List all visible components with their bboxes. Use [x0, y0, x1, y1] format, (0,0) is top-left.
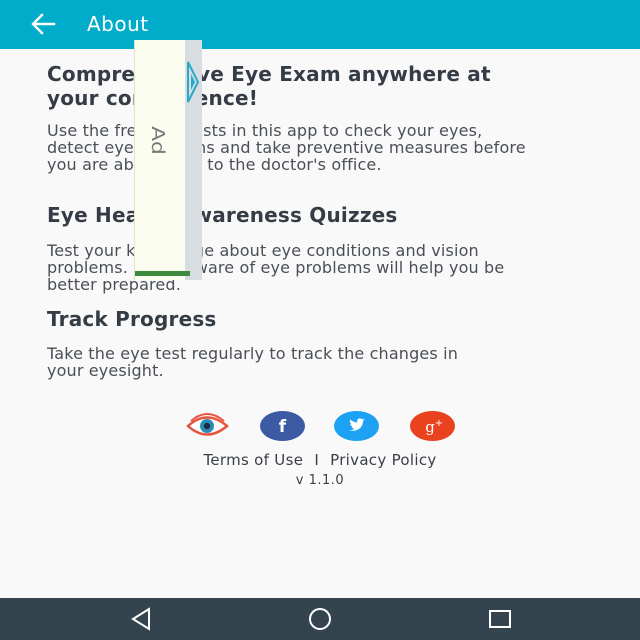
eye-logo-icon	[186, 413, 229, 436]
app-bar-title: About	[87, 12, 149, 36]
nav-back-icon	[131, 607, 150, 631]
section-text-quizzes: Test your knowledge about eye conditions…	[47, 241, 505, 294]
nav-home-icon	[309, 608, 331, 630]
section-text-track-progress: Take the eye test regularly to track the…	[47, 344, 458, 380]
privacy-policy-link[interactable]: Privacy Policy	[330, 451, 436, 469]
nav-recents-icon	[489, 610, 511, 628]
facebook-button[interactable]: f	[260, 411, 305, 441]
nav-back-button[interactable]	[127, 606, 157, 632]
footer-separator: I	[314, 451, 320, 469]
ad-label: Ad	[147, 126, 168, 155]
svg-text:+: +	[435, 418, 443, 429]
nav-recents-button[interactable]	[485, 606, 515, 632]
ad-play-icon	[187, 61, 200, 103]
twitter-icon	[349, 418, 365, 431]
nav-home-button[interactable]	[305, 606, 335, 632]
back-button[interactable]	[28, 10, 60, 38]
app-version: v 1.1.0	[295, 473, 345, 488]
terms-of-use-link[interactable]: Terms of Use	[203, 451, 303, 469]
app-logo-link[interactable]	[185, 411, 230, 441]
footer-links: Terms of Use I Privacy Policy	[0, 451, 640, 469]
google-plus-icon: g +	[425, 418, 443, 436]
google-plus-button[interactable]: g +	[410, 411, 455, 441]
ad-overlay[interactable]: Ad	[134, 40, 202, 280]
section-text-eye-exam: Use the free eye tests in this app to ch…	[47, 121, 526, 174]
system-nav-bar	[0, 598, 640, 640]
svg-text:f: f	[279, 417, 287, 437]
section-title-eye-exam: Comprehensive Eye Exam anywhere at your …	[47, 62, 491, 110]
facebook-icon: f	[279, 417, 287, 437]
app-bar: About	[0, 0, 640, 49]
ad-progress-bar	[135, 271, 190, 276]
svg-text:g: g	[425, 418, 435, 436]
section-title-track-progress: Track Progress	[47, 307, 217, 331]
about-screen: About Comprehensive Eye Exam anywhere at…	[0, 0, 640, 640]
arrow-left-icon	[31, 13, 56, 35]
section-title-quizzes: Eye Health Awareness Quizzes	[47, 203, 398, 227]
twitter-button[interactable]	[334, 411, 379, 441]
